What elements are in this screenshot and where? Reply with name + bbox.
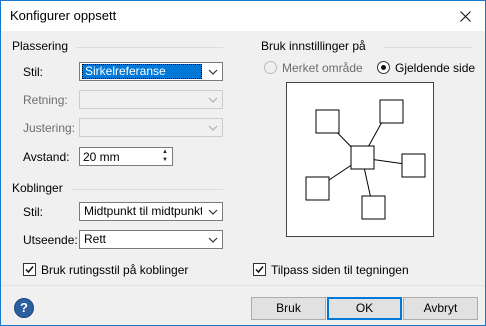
chevron-down-icon[interactable] — [204, 63, 222, 80]
alignment-value — [82, 120, 202, 135]
apply-button[interactable]: Bruk — [251, 297, 326, 320]
direction-label: Retning: — [23, 93, 68, 107]
spin-down-icon[interactable]: ▼ — [158, 156, 172, 164]
chevron-down-icon[interactable] — [204, 91, 222, 108]
direction-value — [82, 92, 202, 107]
close-button[interactable] — [445, 1, 485, 31]
placement-divider — [76, 47, 223, 48]
apply-settings-group-label: Bruk innstillinger på — [261, 39, 366, 53]
connector-style-label: Stil: — [23, 205, 44, 219]
placement-style-combo[interactable]: Sirkelreferanse — [79, 62, 223, 81]
appearance-combo[interactable]: Rett — [79, 230, 223, 249]
alignment-combo[interactable] — [79, 118, 223, 137]
title-bar: Konfigurer oppsett — [1, 1, 485, 31]
direction-combo[interactable] — [79, 90, 223, 109]
chevron-down-icon[interactable] — [204, 119, 222, 136]
chevron-down-icon[interactable] — [204, 203, 222, 220]
connector-style-combo[interactable]: Midtpunkt til midtpunkt — [79, 202, 223, 221]
close-icon — [459, 10, 471, 22]
radio-selected-area[interactable] — [264, 61, 277, 74]
apply-settings-divider — [383, 47, 473, 48]
connectors-divider — [71, 189, 223, 190]
connector-style-value: Midtpunkt til midtpunkt — [84, 204, 202, 218]
dialog-window: Konfigurer oppsett Plassering Stil: Sirk… — [0, 0, 486, 326]
placement-style-value: Sirkelreferanse — [82, 64, 202, 79]
routing-checkbox-label[interactable]: Bruk rutingsstil på koblinger — [41, 263, 188, 277]
connectors-group-label: Koblinger — [12, 181, 63, 195]
appearance-value: Rett — [84, 232, 107, 246]
cancel-button[interactable]: Avbryt — [403, 297, 478, 320]
radio-dot — [381, 65, 386, 70]
spacing-spinbox[interactable]: 20 mm ▲ ▼ — [79, 147, 173, 166]
footer-divider — [1, 285, 485, 286]
spin-up-icon[interactable]: ▲ — [158, 148, 172, 156]
chevron-down-icon[interactable] — [204, 231, 222, 248]
radio-current-page[interactable] — [377, 61, 390, 74]
help-icon[interactable]: ? — [14, 298, 34, 318]
checkmark-icon — [25, 266, 34, 274]
radio-selected-area-label[interactable]: Merket område — [282, 61, 363, 75]
layout-preview — [286, 82, 434, 237]
radio-current-page-label[interactable]: Gjeldende side — [395, 61, 475, 75]
dialog-title: Konfigurer oppsett — [10, 8, 117, 23]
routing-checkbox[interactable] — [23, 263, 36, 276]
fit-page-checkbox[interactable] — [253, 263, 266, 276]
alignment-label: Justering: — [23, 121, 76, 135]
placement-style-label: Stil: — [23, 65, 44, 79]
placement-group-label: Plassering — [12, 39, 69, 53]
spacing-value: 20 mm — [83, 150, 120, 164]
spacing-label: Avstand: — [23, 150, 70, 164]
appearance-label: Utseende: — [23, 233, 78, 247]
spacing-spin-buttons[interactable]: ▲ ▼ — [158, 148, 172, 165]
fit-page-checkbox-label[interactable]: Tilpass siden til tegningen — [271, 263, 409, 277]
ok-button[interactable]: OK — [327, 297, 402, 320]
circular-layout-preview-diagram — [305, 99, 426, 220]
checkmark-icon — [255, 266, 264, 274]
